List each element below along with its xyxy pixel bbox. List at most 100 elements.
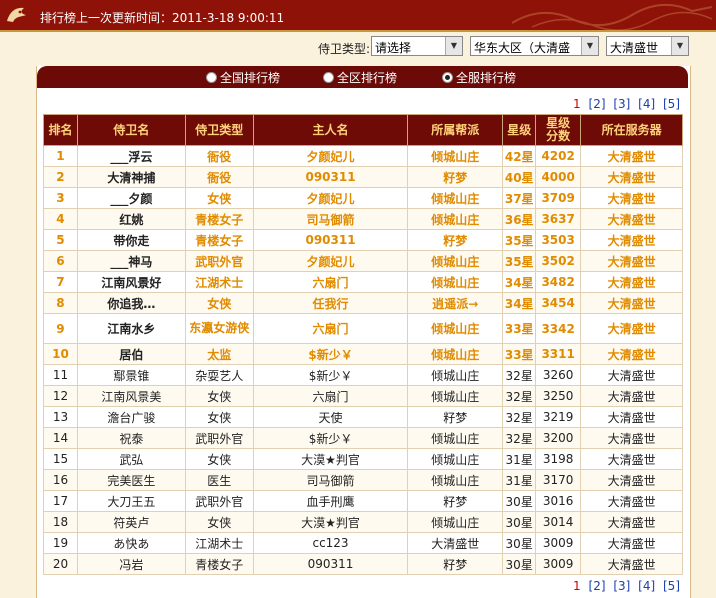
chevron-down-icon: ▼ [581,37,598,55]
score-cell: 3637 [535,208,582,230]
owner-cell: 090311 [252,229,409,251]
guard-name-cell: 鄢景锥 [76,364,186,386]
guard-name-cell: ___夕颜 [76,187,186,209]
page-link[interactable]: [2] [589,579,606,593]
guild-cell: 倾城山庄 [407,469,504,491]
guild-cell: 籽梦 [407,490,504,512]
guild-cell: 倾城山庄 [407,364,504,386]
dragon-ornament-icon [512,3,712,31]
rank-cell: 19 [43,532,78,554]
star-cell: 35星 [502,250,537,272]
server-cell: 大清盛世 [580,469,683,491]
table-row: 10 居伯 太监 $新少￥ 倾城山庄 33星 3311 大清盛世 [43,343,683,365]
guard-type-cell: 武职外官 [184,250,254,272]
table-row: 7 江南风景好 江湖术士 六扇门 倾城山庄 34星 3482 大清盛世 [43,271,683,293]
guard-type-cell: 青楼女子 [184,208,254,230]
table-row: 14 祝泰 武职外官 $新少￥ 倾城山庄 32星 3200 大清盛世 [43,427,683,449]
rank-cell: 16 [43,469,78,491]
server-value: 大清盛世 [610,41,659,55]
owner-cell: 血手刑鹰 [252,490,409,512]
server-cell: 大清盛世 [580,229,683,251]
table-row: 19 あ快あ 江湖术士 cc123 大清盛世 30星 3009 大清盛世 [43,532,683,554]
page-link[interactable]: [4] [638,579,655,593]
page-link[interactable]: [5] [663,579,680,593]
owner-cell: 司马御箭 [252,208,409,230]
tab-region-label: 全区排行榜 [337,71,398,85]
guard-type-label: 侍卫类型: [318,42,371,56]
guard-type-cell: 女侠 [184,187,254,209]
guild-cell: 倾城山庄 [407,187,504,209]
guard-name-cell: 带你走 [76,229,186,251]
tab-server[interactable]: 全服排行榜 [442,69,516,86]
star-cell: 32星 [502,364,537,386]
page-link[interactable]: [3] [613,579,630,593]
rank-cell: 17 [43,490,78,512]
tab-region[interactable]: 全区排行榜 [323,69,397,86]
radio-selected-icon [442,72,453,83]
owner-cell: 六扇门 [252,385,409,407]
guild-cell: 倾城山庄 [407,343,504,365]
table-row: 12 江南风景美 女侠 六扇门 倾城山庄 32星 3250 大清盛世 [43,385,683,407]
star-cell: 35星 [502,229,537,251]
server-cell: 大清盛世 [580,490,683,512]
ranking-table: 排名 侍卫名 侍卫类型 主人名 所属帮派 星级 星级分数 所在服务器 1 ___浮… [43,114,683,575]
guard-name-cell: 大清神捕 [76,166,186,188]
server-cell: 大清盛世 [580,427,683,449]
score-cell: 3311 [535,343,582,365]
server-cell: 大清盛世 [580,271,683,293]
server-cell: 大清盛世 [580,292,683,314]
owner-cell: 六扇门 [252,271,409,293]
page-link[interactable]: [4] [638,97,655,111]
table-header-row: 排名 侍卫名 侍卫类型 主人名 所属帮派 星级 星级分数 所在服务器 [43,114,683,146]
table-row: 17 大刀王五 武职外官 血手刑鹰 籽梦 30星 3016 大清盛世 [43,490,683,512]
guard-type-cell: 女侠 [184,511,254,533]
server-cell: 大清盛世 [580,553,683,575]
tab-national[interactable]: 全国排行榜 [206,69,280,86]
guard-name-cell: 江南水乡 [76,313,186,344]
rank-cell: 15 [43,448,78,470]
guard-type-cell: 女侠 [184,406,254,428]
guard-name-cell: 澹台广骏 [76,406,186,428]
page-link[interactable]: [2] [589,97,606,111]
table-row: 11 鄢景锥 杂耍艺人 $新少￥ 倾城山庄 32星 3260 大清盛世 [43,364,683,386]
guard-type-cell: 江湖术士 [184,532,254,554]
region-select[interactable]: 华东大区（大清盛 ▼ [470,36,599,56]
score-cell: 3016 [535,490,582,512]
guard-type-cell: 武职外官 [184,427,254,449]
server-cell: 大清盛世 [580,385,683,407]
star-cell: 33星 [502,343,537,365]
guard-type-select[interactable]: 请选择 ▼ [371,36,463,56]
guard-name-cell: 大刀王五 [76,490,186,512]
score-cell: 3009 [535,553,582,575]
star-cell: 30星 [502,553,537,575]
table-row: 3 ___夕颜 女侠 夕颜妃儿 倾城山庄 37星 3709 大清盛世 [43,187,683,209]
page-current: 1 [573,97,581,111]
guild-cell: 倾城山庄 [407,208,504,230]
region-value: 华东大区（大清盛 [474,41,571,55]
star-cell: 42星 [502,145,537,167]
chevron-down-icon: ▼ [445,37,462,55]
update-time-title: 排行榜上一次更新时间：2011-3-18 9:00:11 [40,11,285,25]
page-link[interactable]: [5] [663,97,680,111]
star-cell: 30星 [502,511,537,533]
column-header: 所属帮派 [407,114,504,146]
column-header: 侍卫名 [76,114,186,146]
server-cell: 大清盛世 [580,511,683,533]
table-row: 9 江南水乡 东瀛女游侠 六扇门 倾城山庄 33星 3342 大清盛世 [43,313,683,344]
star-cell: 32星 [502,427,537,449]
server-select[interactable]: 大清盛世 ▼ [606,36,689,56]
guild-cell: 倾城山庄 [407,313,504,344]
rank-cell: 8 [43,292,78,314]
rank-cell: 12 [43,385,78,407]
server-cell: 大清盛世 [580,145,683,167]
rank-cell: 10 [43,343,78,365]
owner-cell: 夕颜妃儿 [252,187,409,209]
page-link[interactable]: [3] [613,97,630,111]
rank-cell: 7 [43,271,78,293]
guard-type-cell: 医生 [184,469,254,491]
score-cell: 3342 [535,313,582,344]
owner-cell: $新少￥ [252,427,409,449]
guard-name-cell: 居伯 [76,343,186,365]
score-cell: 3198 [535,448,582,470]
page-current: 1 [573,579,581,593]
